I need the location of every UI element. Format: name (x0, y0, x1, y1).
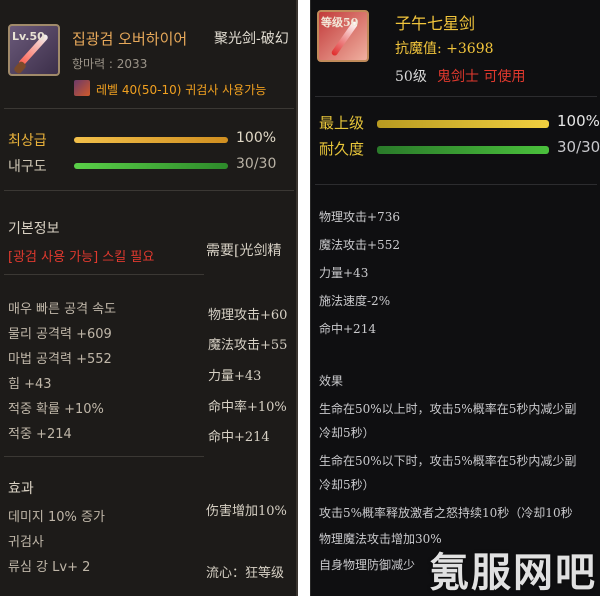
durability-bar-fill (74, 163, 228, 169)
stat-cn: 命中率+10% (208, 400, 287, 415)
effect-line: 物理魔法攻击增加30% (319, 532, 442, 546)
rarity-label: 최상급 (8, 133, 47, 149)
divider (4, 190, 294, 191)
effect-line: 自身物理防御减少 (319, 558, 416, 572)
stat: 物理攻击+736 (319, 210, 400, 224)
effect-line: 攻击5%概率释放激者之怒持续10秒（冷却10秒 (319, 506, 573, 520)
requirement: 레벨 40(50-10) 귀검사 사용가능 (96, 83, 267, 97)
durability-bar (377, 146, 549, 154)
divider (4, 456, 204, 457)
divider (315, 184, 597, 185)
effect-ko: 류심 강 Lv+ 2 (8, 560, 91, 575)
panel-gap (298, 0, 310, 596)
durability-value: 30/30 (557, 138, 600, 156)
rarity-bar-fill (377, 120, 549, 128)
stat-cn: 物理攻击+60 (208, 308, 288, 323)
basic-info-header: 기본정보 (8, 221, 60, 237)
stat-ko: 마법 공격력 +552 (8, 352, 112, 367)
effect-header: 效果 (319, 374, 344, 388)
item-tooltip-korean: Lv.50 집광검 오버하이어 聚光剑-破幻 항마력 : 2033 레벨 40(… (0, 0, 298, 596)
rarity-bar-fill (74, 137, 228, 143)
rarity-value: 100% (557, 112, 600, 130)
watermark: 氪服网吧 (429, 550, 597, 596)
divider (4, 274, 204, 275)
flame-icon (74, 80, 90, 96)
magic-resist: 항마력 : 2033 (72, 57, 148, 71)
item-name: 집광검 오버하이어 (72, 30, 188, 48)
durability-label: 내구도 (8, 159, 47, 175)
level-badge: 等级50 (321, 16, 359, 29)
effect-line: 冷却5秒） (319, 478, 375, 492)
effect-ko: 데미지 10% 증가 (8, 510, 105, 525)
skill-required-cn: 需要[光剑精 (206, 243, 282, 259)
item-tooltip-chinese: 等级50 子午七星剑 抗魔值: +3698 50级 鬼剑士 可使用 最上级 10… (310, 0, 600, 596)
stat: 施法速度-2% (319, 294, 391, 308)
level-requirement: 50级 (395, 69, 427, 85)
skill-required: [광검 사용 가능] 스킬 필요 (8, 250, 155, 265)
effect-ko: 귀검사 (8, 535, 44, 550)
durability-bar (74, 163, 228, 169)
effect-line: 冷却5秒） (319, 426, 375, 440)
item-name-cn: 聚光剑-破幻 (214, 31, 289, 47)
stat: 命中+214 (319, 322, 376, 336)
stat-ko: 적중 확률 +10% (8, 402, 104, 417)
rarity-label: 最上级 (319, 114, 365, 132)
rarity-value: 100% (236, 130, 277, 146)
durability-label: 耐久度 (319, 140, 365, 158)
effect-cn: 流心：狂等级 (206, 566, 285, 581)
stat-cn: 魔法攻击+55 (208, 338, 288, 353)
effect-line: 生命在50%以下时，攻击5%概率在5秒内减少副 (319, 454, 577, 468)
stat-cn: 力量+43 (208, 369, 262, 384)
class-requirement: 鬼剑士 可使用 (437, 69, 526, 85)
rarity-bar (377, 120, 549, 128)
durability-value: 30/30 (236, 156, 277, 172)
divider (315, 96, 597, 97)
stat-ko: 힘 +43 (8, 377, 52, 392)
divider (4, 108, 294, 109)
stat-ko: 매우 빠른 공격 속도 (8, 302, 117, 317)
stat-cn: 命中+214 (208, 430, 270, 445)
level-badge: Lv.50 (12, 30, 45, 43)
durability-bar-fill (377, 146, 549, 154)
item-name: 子午七星剑 (395, 14, 476, 33)
rarity-bar (74, 137, 228, 143)
stat: 魔法攻击+552 (319, 238, 400, 252)
effect-line: 生命在50%以上时，攻击5%概率在5秒内减少副 (319, 402, 577, 416)
stat-ko: 물리 공격력 +609 (8, 327, 112, 342)
effect-cn: 伤害增加10% (206, 504, 287, 519)
effect-header: 효과 (8, 481, 34, 497)
stat-ko: 적중 +214 (8, 427, 72, 442)
stat: 力量+43 (319, 266, 369, 280)
magic-resist: 抗魔值: +3698 (395, 41, 494, 57)
